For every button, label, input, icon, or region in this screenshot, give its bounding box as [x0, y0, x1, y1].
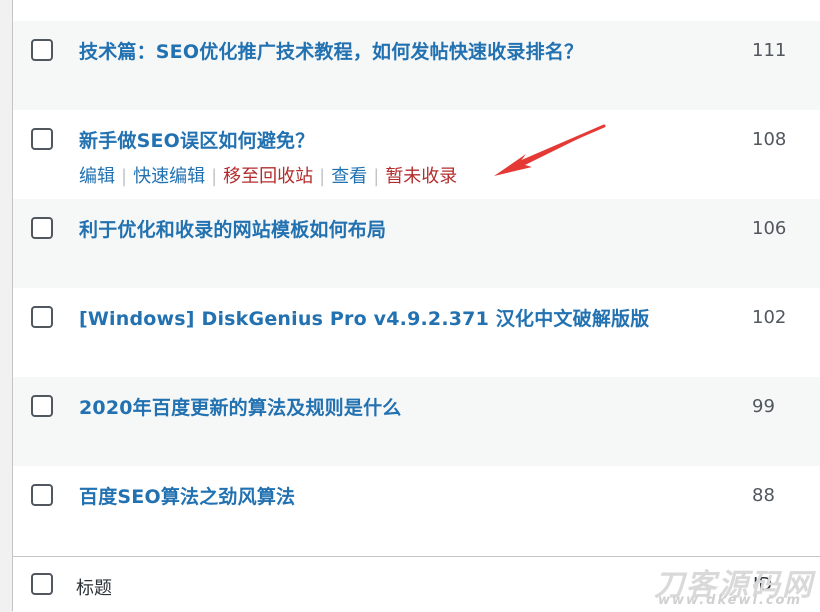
table-row: 技术篇：SEO优化推广技术教程，如何发帖快速收录排名？ 111 — [13, 21, 820, 110]
post-id: 88 — [752, 485, 775, 506]
trash-link[interactable]: 移至回收站 — [223, 166, 313, 187]
row-checkbox[interactable] — [31, 217, 53, 239]
post-title-link[interactable]: 新手做SEO误区如何避免？ — [79, 126, 314, 153]
column-title-header[interactable]: 标题 — [76, 574, 112, 600]
table-row: 利于优化和收录的网站模板如何布局 106 — [13, 199, 820, 288]
row-checkbox[interactable] — [31, 484, 53, 506]
post-id: 102 — [752, 307, 787, 328]
post-title-link[interactable]: 技术篇：SEO优化推广技术教程，如何发帖快速收录排名？ — [79, 37, 583, 64]
watermark-logo: 刀客源码网 www.dkewl.com — [650, 560, 815, 610]
post-id: 111 — [752, 40, 787, 61]
row-checkbox[interactable] — [31, 128, 53, 150]
table-row: 百度SEO算法之劲风算法 88 — [13, 466, 820, 555]
separator: | — [373, 166, 380, 187]
table-row-partial — [13, 0, 820, 21]
table-row: [Windows] DiskGenius Pro v4.9.2.371 汉化中文… — [13, 288, 820, 377]
post-title-link[interactable]: 2020年百度更新的算法及规则是什么 — [79, 393, 401, 420]
watermark-url: www.dkewl.com — [658, 593, 803, 608]
separator: | — [211, 166, 218, 187]
post-title-link[interactable]: 百度SEO算法之劲风算法 — [79, 482, 295, 509]
row-checkbox[interactable] — [31, 395, 53, 417]
post-id: 99 — [752, 396, 775, 417]
table-row: 2020年百度更新的算法及规则是什么 99 — [13, 377, 820, 466]
post-id: 108 — [752, 129, 787, 150]
post-title-link[interactable]: 利于优化和收录的网站模板如何布局 — [79, 215, 386, 242]
row-actions: 编辑 | 快速编辑 | 移至回收站 | 查看 | 暂未收录 — [79, 162, 457, 188]
quick-edit-link[interactable]: 快速编辑 — [133, 166, 205, 187]
separator: | — [319, 166, 326, 187]
separator: | — [121, 166, 128, 187]
select-all-checkbox[interactable] — [31, 573, 53, 595]
not-indexed-link[interactable]: 暂未收录 — [385, 166, 457, 187]
row-checkbox[interactable] — [31, 39, 53, 61]
posts-table: 技术篇：SEO优化推广技术教程，如何发帖快速收录排名？ 111 新手做SEO误区… — [12, 0, 820, 612]
post-title-link[interactable]: [Windows] DiskGenius Pro v4.9.2.371 汉化中文… — [79, 304, 649, 331]
post-id: 106 — [752, 218, 787, 239]
row-checkbox[interactable] — [31, 306, 53, 328]
edit-link[interactable]: 编辑 — [79, 166, 115, 187]
view-link[interactable]: 查看 — [331, 166, 367, 187]
